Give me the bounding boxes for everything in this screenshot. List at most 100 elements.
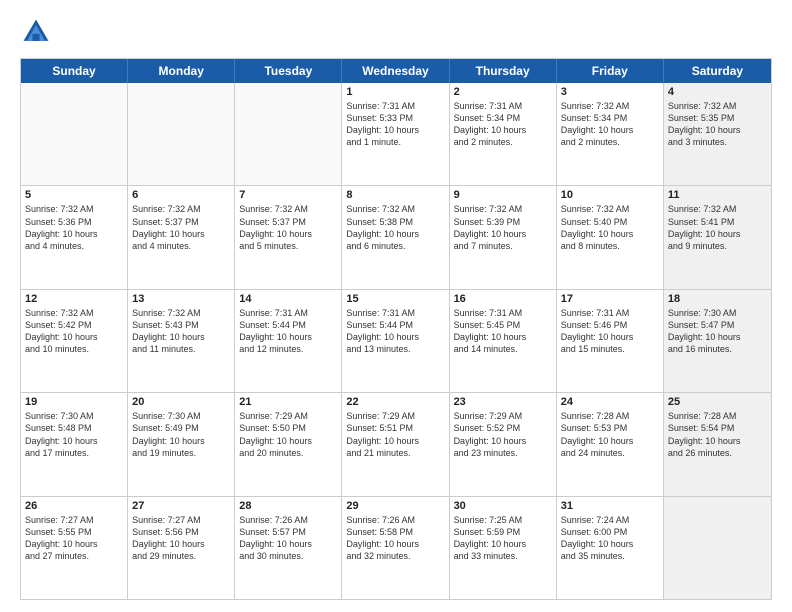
day-number: 14 — [239, 293, 337, 305]
cell-text: Sunrise: 7:27 AMSunset: 5:56 PMDaylight:… — [132, 514, 230, 563]
day-number: 9 — [454, 189, 552, 201]
calendar-cell: 18 Sunrise: 7:30 AMSunset: 5:47 PMDayligh… — [664, 290, 771, 392]
calendar-cell: 3 Sunrise: 7:32 AMSunset: 5:34 PMDaylight… — [557, 83, 664, 185]
day-header-monday: Monday — [128, 59, 235, 83]
calendar-cell: 14 Sunrise: 7:31 AMSunset: 5:44 PMDayligh… — [235, 290, 342, 392]
cell-text: Sunrise: 7:32 AMSunset: 5:37 PMDaylight:… — [239, 203, 337, 252]
calendar-cell: 13Sunrise: 7:32 AMSunset: 5:43 PMDayligh… — [128, 290, 235, 392]
cell-text: Sunrise: 7:31 AMSunset: 5:44 PMDaylight:… — [239, 307, 337, 356]
calendar-cell: 29 Sunrise: 7:26 AMSunset: 5:58 PMDayligh… — [342, 497, 449, 599]
calendar-cell — [664, 497, 771, 599]
week-row-1: 5 Sunrise: 7:32 AMSunset: 5:36 PMDaylight… — [21, 186, 771, 289]
day-number: 6 — [132, 189, 230, 201]
cell-text: Sunrise: 7:32 AMSunset: 5:41 PMDaylight:… — [668, 203, 767, 252]
cell-text: Sunrise: 7:29 AMSunset: 5:50 PMDaylight:… — [239, 410, 337, 459]
calendar-cell: 6Sunrise: 7:32 AMSunset: 5:37 PMDaylight… — [128, 186, 235, 288]
day-number: 29 — [346, 500, 444, 512]
calendar-cell — [128, 83, 235, 185]
day-number: 8 — [346, 189, 444, 201]
day-number: 20 — [132, 396, 230, 408]
calendar-cell: 31 Sunrise: 7:24 AMSunset: 6:00 PMDayligh… — [557, 497, 664, 599]
cell-text: Sunrise: 7:29 AMSunset: 5:52 PMDaylight:… — [454, 410, 552, 459]
cell-text: Sunrise: 7:32 AMSunset: 5:43 PMDaylight:… — [132, 307, 230, 356]
calendar-cell: 9 Sunrise: 7:32 AMSunset: 5:39 PMDaylight… — [450, 186, 557, 288]
day-number: 3 — [561, 86, 659, 98]
cell-text: Sunrise: 7:31 AMSunset: 5:46 PMDaylight:… — [561, 307, 659, 356]
cell-text: Sunrise: 7:30 AMSunset: 5:48 PMDaylight:… — [25, 410, 123, 459]
day-header-sunday: Sunday — [21, 59, 128, 83]
day-number: 7 — [239, 189, 337, 201]
calendar-cell: 19Sunrise: 7:30 AMSunset: 5:48 PMDayligh… — [21, 393, 128, 495]
day-number: 17 — [561, 293, 659, 305]
cell-text: Sunrise: 7:26 AMSunset: 5:58 PMDaylight:… — [346, 514, 444, 563]
day-number: 5 — [25, 189, 123, 201]
calendar-cell: 25 Sunrise: 7:28 AMSunset: 5:54 PMDayligh… — [664, 393, 771, 495]
calendar-cell: 7 Sunrise: 7:32 AMSunset: 5:37 PMDaylight… — [235, 186, 342, 288]
cell-text: Sunrise: 7:29 AMSunset: 5:51 PMDaylight:… — [346, 410, 444, 459]
day-header-wednesday: Wednesday — [342, 59, 449, 83]
day-header-saturday: Saturday — [664, 59, 771, 83]
cell-text: Sunrise: 7:32 AMSunset: 5:39 PMDaylight:… — [454, 203, 552, 252]
calendar-cell: 21 Sunrise: 7:29 AMSunset: 5:50 PMDayligh… — [235, 393, 342, 495]
day-number: 31 — [561, 500, 659, 512]
calendar-cell: 28Sunrise: 7:26 AMSunset: 5:57 PMDayligh… — [235, 497, 342, 599]
calendar-cell: 24 Sunrise: 7:28 AMSunset: 5:53 PMDayligh… — [557, 393, 664, 495]
cell-text: Sunrise: 7:32 AMSunset: 5:42 PMDaylight:… — [25, 307, 123, 356]
day-header-friday: Friday — [557, 59, 664, 83]
day-number: 15 — [346, 293, 444, 305]
day-number: 25 — [668, 396, 767, 408]
calendar-cell: 30 Sunrise: 7:25 AMSunset: 5:59 PMDayligh… — [450, 497, 557, 599]
day-number: 18 — [668, 293, 767, 305]
day-number: 4 — [668, 86, 767, 98]
calendar-cell: 4 Sunrise: 7:32 AMSunset: 5:35 PMDaylight… — [664, 83, 771, 185]
day-header-thursday: Thursday — [450, 59, 557, 83]
cell-text: Sunrise: 7:26 AMSunset: 5:57 PMDaylight:… — [239, 514, 337, 563]
calendar-cell — [21, 83, 128, 185]
cell-text: Sunrise: 7:32 AMSunset: 5:35 PMDaylight:… — [668, 100, 767, 149]
cell-text: Sunrise: 7:32 AMSunset: 5:36 PMDaylight:… — [25, 203, 123, 252]
cell-text: Sunrise: 7:32 AMSunset: 5:40 PMDaylight:… — [561, 203, 659, 252]
day-number: 26 — [25, 500, 123, 512]
week-row-0: 1 Sunrise: 7:31 AMSunset: 5:33 PMDaylight… — [21, 83, 771, 186]
day-number: 24 — [561, 396, 659, 408]
calendar-cell: 2Sunrise: 7:31 AMSunset: 5:34 PMDaylight… — [450, 83, 557, 185]
day-number: 11 — [668, 189, 767, 201]
day-number: 22 — [346, 396, 444, 408]
day-number: 16 — [454, 293, 552, 305]
calendar-cell: 12 Sunrise: 7:32 AMSunset: 5:42 PMDayligh… — [21, 290, 128, 392]
day-number: 21 — [239, 396, 337, 408]
day-number: 2 — [454, 86, 552, 98]
cell-text: Sunrise: 7:28 AMSunset: 5:53 PMDaylight:… — [561, 410, 659, 459]
calendar-cell: 15 Sunrise: 7:31 AMSunset: 5:44 PMDayligh… — [342, 290, 449, 392]
calendar: SundayMondayTuesdayWednesdayThursdayFrid… — [20, 58, 772, 600]
calendar-cell: 8Sunrise: 7:32 AMSunset: 5:38 PMDaylight… — [342, 186, 449, 288]
day-number: 12 — [25, 293, 123, 305]
calendar-cell: 11 Sunrise: 7:32 AMSunset: 5:41 PMDayligh… — [664, 186, 771, 288]
calendar-cell: 23 Sunrise: 7:29 AMSunset: 5:52 PMDayligh… — [450, 393, 557, 495]
cell-text: Sunrise: 7:31 AMSunset: 5:44 PMDaylight:… — [346, 307, 444, 356]
calendar-cell: 1 Sunrise: 7:31 AMSunset: 5:33 PMDaylight… — [342, 83, 449, 185]
calendar-cell: 5 Sunrise: 7:32 AMSunset: 5:36 PMDaylight… — [21, 186, 128, 288]
day-number: 10 — [561, 189, 659, 201]
calendar-cell: 26 Sunrise: 7:27 AMSunset: 5:55 PMDayligh… — [21, 497, 128, 599]
day-number: 27 — [132, 500, 230, 512]
cell-text: Sunrise: 7:31 AMSunset: 5:33 PMDaylight:… — [346, 100, 444, 149]
day-number: 30 — [454, 500, 552, 512]
cell-text: Sunrise: 7:28 AMSunset: 5:54 PMDaylight:… — [668, 410, 767, 459]
weeks: 1 Sunrise: 7:31 AMSunset: 5:33 PMDaylight… — [21, 83, 771, 599]
calendar-cell: 22 Sunrise: 7:29 AMSunset: 5:51 PMDayligh… — [342, 393, 449, 495]
week-row-2: 12 Sunrise: 7:32 AMSunset: 5:42 PMDayligh… — [21, 290, 771, 393]
cell-text: Sunrise: 7:30 AMSunset: 5:47 PMDaylight:… — [668, 307, 767, 356]
calendar-cell: 20Sunrise: 7:30 AMSunset: 5:49 PMDayligh… — [128, 393, 235, 495]
cell-text: Sunrise: 7:24 AMSunset: 6:00 PMDaylight:… — [561, 514, 659, 563]
cell-text: Sunrise: 7:27 AMSunset: 5:55 PMDaylight:… — [25, 514, 123, 563]
calendar-cell: 17 Sunrise: 7:31 AMSunset: 5:46 PMDayligh… — [557, 290, 664, 392]
day-number: 23 — [454, 396, 552, 408]
page: SundayMondayTuesdayWednesdayThursdayFrid… — [0, 0, 792, 612]
header — [20, 16, 772, 48]
day-number: 1 — [346, 86, 444, 98]
cell-text: Sunrise: 7:25 AMSunset: 5:59 PMDaylight:… — [454, 514, 552, 563]
day-header-tuesday: Tuesday — [235, 59, 342, 83]
cell-text: Sunrise: 7:32 AMSunset: 5:34 PMDaylight:… — [561, 100, 659, 149]
logo-icon — [20, 16, 52, 48]
